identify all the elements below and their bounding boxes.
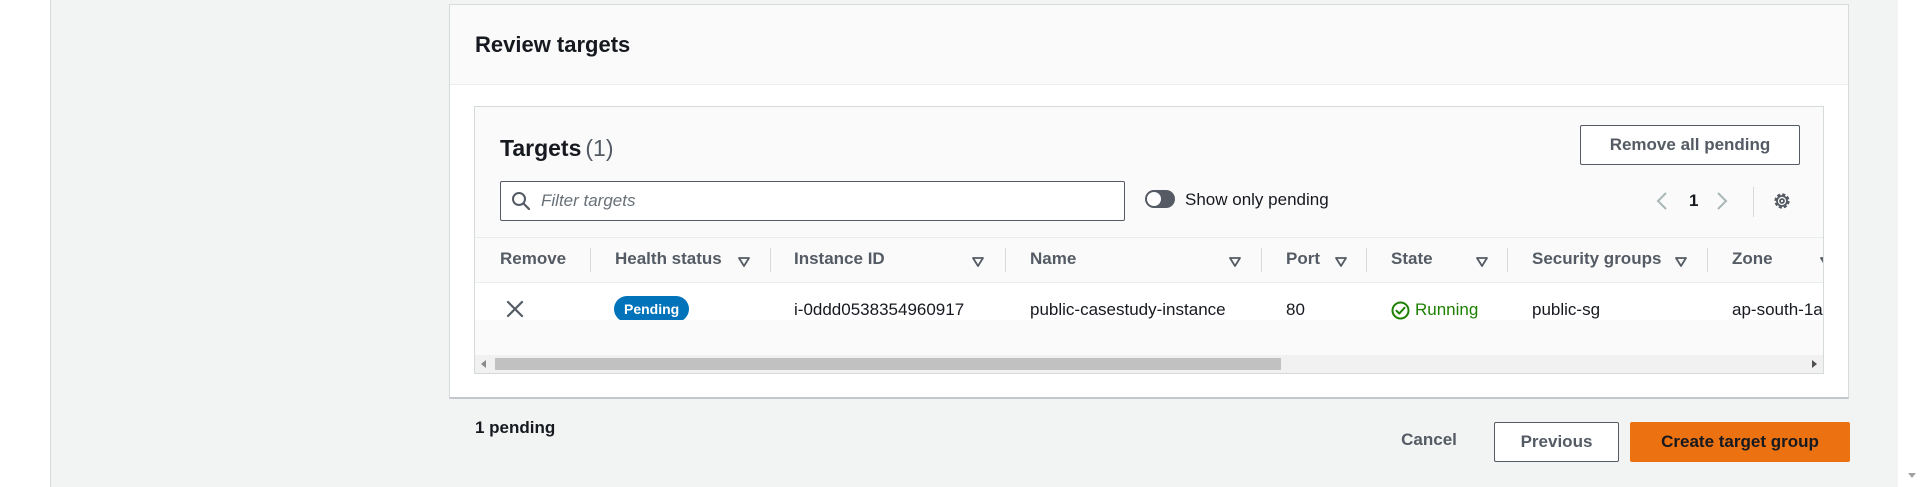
remove-all-pending-button[interactable]: Remove all pending	[1580, 125, 1800, 165]
show-only-pending-label: Show only pending	[1185, 190, 1329, 209]
column-separator[interactable]	[590, 248, 591, 272]
column-separator[interactable]	[770, 248, 771, 272]
column-separator[interactable]	[1366, 248, 1367, 272]
column-separator[interactable]	[1507, 248, 1508, 272]
page-number[interactable]: 1	[1689, 191, 1698, 211]
sort-down-icon[interactable]	[972, 254, 984, 272]
cell-instance-id: i-0ddd0538354960917	[794, 300, 965, 319]
sort-down-icon[interactable]	[1476, 254, 1488, 272]
vertical-scrollbar[interactable]	[1903, 0, 1920, 487]
table-header-row: Remove Health status Instance ID Name Po…	[475, 238, 1823, 283]
scrollbar-thumb[interactable]	[495, 358, 1281, 370]
cell-state: Running	[1415, 300, 1479, 319]
column-header-state[interactable]: State	[1391, 249, 1433, 269]
cell-zone: ap-south-1a	[1732, 300, 1823, 319]
gear-icon[interactable]	[1772, 191, 1792, 216]
show-only-pending-toggle[interactable]	[1145, 190, 1175, 208]
sort-down-icon[interactable]	[1820, 254, 1823, 272]
targets-count: (1)	[585, 135, 614, 161]
chevron-left-icon[interactable]	[1655, 191, 1669, 216]
column-header-instance-id[interactable]: Instance ID	[794, 249, 885, 269]
sort-down-icon[interactable]	[738, 254, 750, 272]
column-header-security-groups[interactable]: Security groups	[1532, 249, 1661, 269]
previous-button[interactable]: Previous	[1494, 422, 1619, 462]
search-icon	[511, 191, 531, 216]
scroll-left-arrow-icon[interactable]	[481, 360, 486, 368]
scroll-right-arrow-icon[interactable]	[1812, 360, 1817, 368]
column-separator[interactable]	[1005, 248, 1006, 272]
column-header-health-status[interactable]: Health status	[615, 249, 722, 269]
targets-heading: Targets (1)	[500, 135, 614, 162]
pagination-divider	[1753, 187, 1754, 217]
table-row: Pending i-0ddd0538354960917 public-cases…	[475, 283, 1823, 320]
column-separator[interactable]	[1261, 248, 1262, 272]
pending-count: 1 pending	[475, 418, 556, 437]
column-header-remove: Remove	[500, 249, 567, 268]
sort-down-icon[interactable]	[1335, 254, 1347, 272]
column-header-name[interactable]: Name	[1030, 249, 1076, 269]
targets-title: Targets	[500, 135, 582, 161]
cancel-button[interactable]: Cancel	[1393, 420, 1465, 460]
status-badge: Pending	[614, 296, 690, 320]
create-target-group-button[interactable]: Create target group	[1630, 422, 1850, 462]
targets-table[interactable]: Remove Health status Instance ID Name Po…	[475, 237, 1823, 320]
chevron-right-icon[interactable]	[1715, 191, 1729, 216]
column-header-zone[interactable]: Zone	[1732, 249, 1773, 269]
review-targets-title: Review targets	[475, 32, 631, 57]
scroll-down-arrow-icon[interactable]	[1908, 473, 1916, 478]
review-targets-container: Review targets Targets (1) Remove all pen…	[449, 4, 1849, 399]
horizontal-scrollbar[interactable]	[475, 355, 1823, 373]
toggle-knob	[1147, 192, 1161, 206]
sort-down-icon[interactable]	[1229, 254, 1241, 272]
cell-port: 80	[1286, 300, 1305, 319]
targets-panel: Targets(1) Remove all pending Show only …	[474, 106, 1824, 374]
column-header-port[interactable]: Port	[1286, 249, 1320, 269]
sort-down-icon[interactable]	[1675, 254, 1687, 272]
cell-name: public-casestudy-instance	[1030, 300, 1226, 319]
review-targets-header: Review targets	[450, 5, 1848, 85]
check-circle-icon	[1391, 301, 1410, 320]
column-separator[interactable]	[1707, 248, 1708, 272]
filter-targets-input[interactable]	[541, 182, 1111, 220]
close-icon[interactable]	[505, 299, 525, 320]
cell-security-groups: public-sg	[1532, 300, 1601, 319]
filter-targets-field[interactable]	[500, 181, 1125, 221]
